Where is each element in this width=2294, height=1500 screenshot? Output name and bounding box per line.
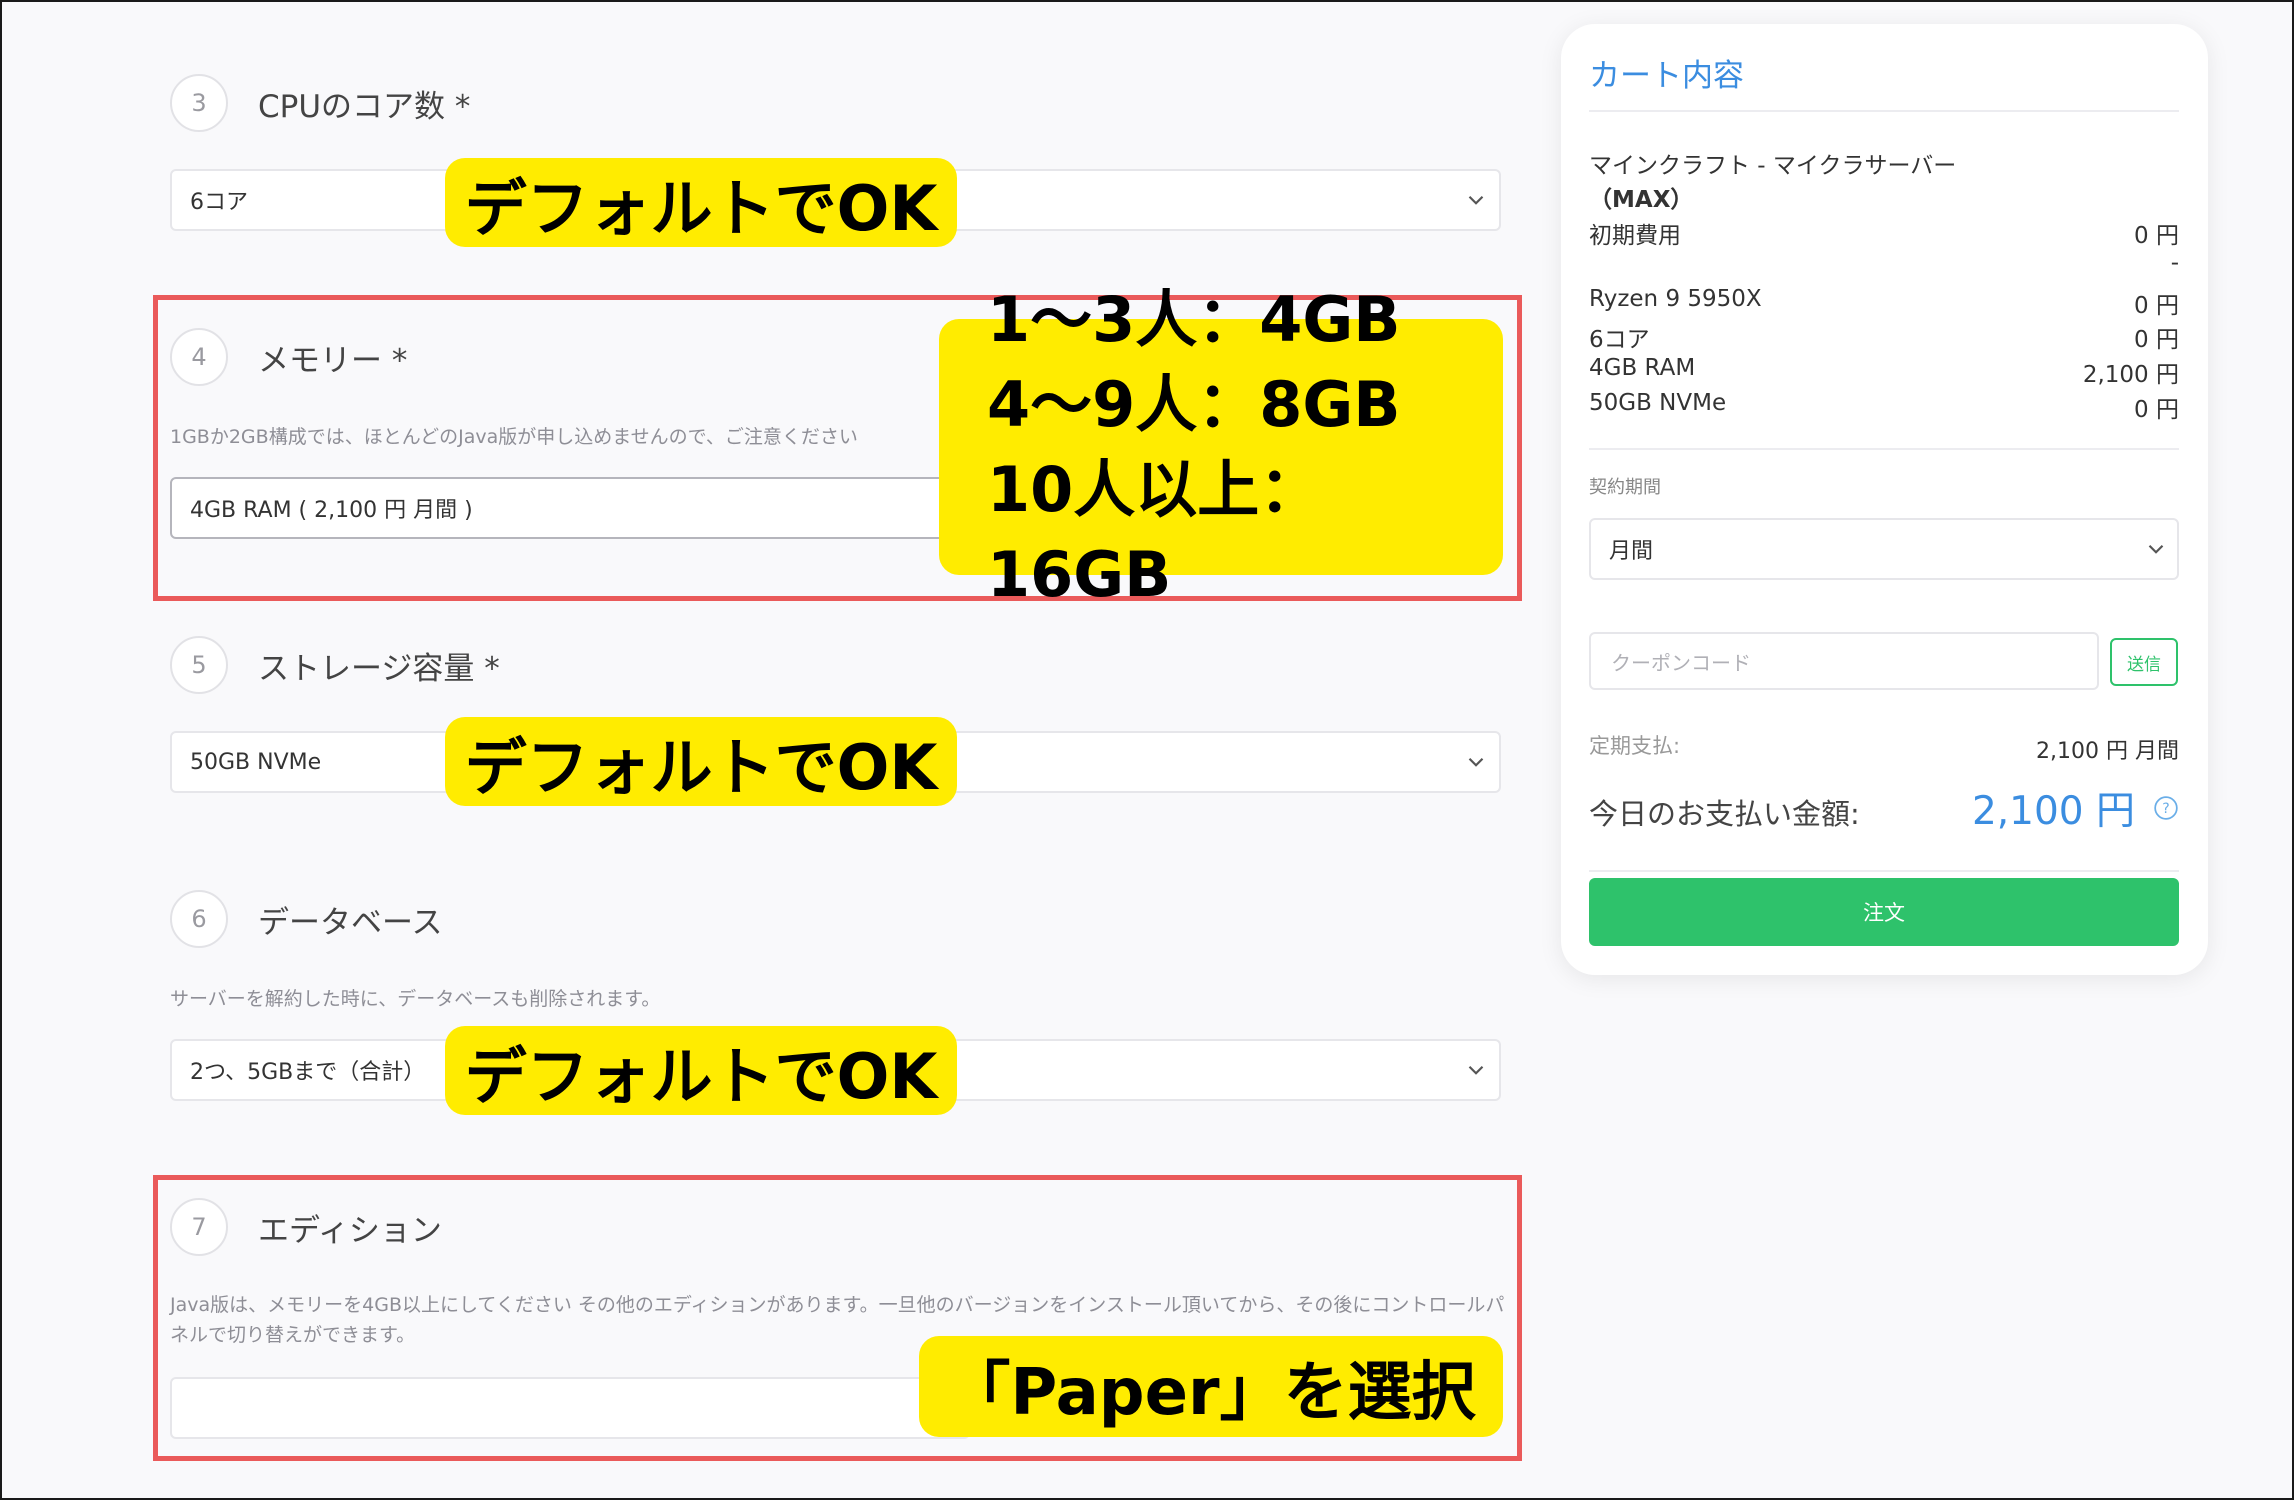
database-note: サーバーを解約した時に、データベースも削除されます。: [170, 988, 661, 1010]
callout-default-ok-storage: デフォルトでOK: [445, 717, 957, 806]
step-number: 3: [170, 74, 228, 132]
period-label: 契約期間: [1589, 477, 1661, 498]
cart-panel: カート内容 マインクラフト - マイクラサーバー （MAX） 初期費用 0 円 …: [1561, 24, 2208, 975]
select-value: 6コア: [190, 190, 248, 215]
callout-default-ok-database: デフォルトでOK: [445, 1026, 957, 1115]
step-number: 7: [170, 1198, 228, 1256]
step-title: メモリー *: [258, 342, 408, 379]
step-memory-header: 4 メモリー *: [170, 328, 407, 386]
memory-guide-line: 1〜3人：4GB: [987, 283, 1401, 356]
page-frame: 3 CPUのコア数 * 6コア 4 メモリー * 1GBか2GB構成では、ほとん…: [0, 0, 2294, 1500]
cart-item-name: 初期費用: [1589, 223, 1681, 249]
cart-item-value: -: [2170, 250, 2179, 276]
step-storage-header: 5 ストレージ容量 *: [170, 636, 500, 694]
step-number: 6: [170, 890, 228, 948]
coupon-send-button[interactable]: 送信: [2110, 638, 2178, 686]
cart-item-value: 2,100 円: [2082, 362, 2179, 388]
billing-period-select[interactable]: 月間: [1589, 518, 2179, 580]
select-value: 2つ、5GBまで（合計）: [190, 1060, 426, 1085]
callout-select-paper: 「Paper」を選択: [919, 1336, 1503, 1437]
recurring-label: 定期支払:: [1589, 734, 1681, 758]
step-title: CPUのコア数 *: [258, 88, 471, 125]
coupon-input[interactable]: クーポンコード: [1589, 632, 2099, 690]
edition-select[interactable]: [170, 1377, 970, 1439]
coupon-placeholder: クーポンコード: [1611, 650, 1751, 675]
chevron-down-icon: [1468, 757, 1484, 767]
memory-note: 1GBか2GB構成では、ほとんどのJava版が申し込めませんので、ご注意ください: [170, 426, 858, 448]
chevron-down-icon: [1468, 195, 1484, 205]
select-value: 月間: [1609, 539, 1654, 564]
svg-text:?: ?: [2162, 801, 2169, 817]
cart-title: カート内容: [1589, 58, 1744, 94]
step-title: エディション: [258, 1212, 442, 1249]
callout-memory-guide: 1〜3人：4GB 4〜9人：8GB 10人以上：16GB: [939, 283, 1503, 611]
cart-item-value: 0 円: [2134, 293, 2179, 319]
cart-item-name: Ryzen 9 5950X: [1589, 286, 1762, 312]
cart-item-value: 0 円: [2134, 397, 2179, 423]
question-icon[interactable]: ?: [2153, 795, 2179, 821]
callout-default-ok-cpu: デフォルトでOK: [445, 158, 957, 247]
step-number: 5: [170, 636, 228, 694]
select-value: 4GB RAM ( 2,100 円 月間 ): [190, 498, 473, 523]
step-cpu-header: 3 CPUのコア数 *: [170, 74, 470, 132]
today-label: 今日のお支払い金額:: [1589, 797, 1860, 831]
step-number: 4: [170, 328, 228, 386]
chevron-down-icon: [2148, 544, 2164, 554]
step-title: データベース: [258, 904, 443, 941]
cart-item-value: 0 円: [2134, 223, 2179, 249]
memory-guide-line: 10人以上：16GB: [987, 453, 1322, 611]
product-plan: （MAX）: [1589, 187, 1694, 213]
chevron-down-icon: [1468, 1065, 1484, 1075]
divider: [1589, 110, 2179, 112]
memory-guide-line: 4〜9人：8GB: [987, 368, 1401, 441]
step-title: ストレージ容量 *: [258, 650, 500, 687]
cart-item-value: 0 円: [2134, 327, 2179, 353]
step-database-header: 6 データベース: [170, 890, 442, 948]
order-button[interactable]: 注文: [1589, 878, 2179, 946]
product-name: マインクラフト - マイクラサーバー: [1589, 153, 1957, 179]
step-edition-header: 7 エディション: [170, 1198, 442, 1256]
recurring-value: 2,100 円 月間: [2036, 739, 2179, 764]
memory-select[interactable]: 4GB RAM ( 2,100 円 月間 ): [170, 477, 970, 539]
divider: [1589, 870, 2179, 872]
cart-item-name: 6コア: [1589, 327, 1650, 353]
today-amount: 2,100 円: [1971, 789, 2135, 834]
cart-item-name: 50GB NVMe: [1589, 390, 1727, 416]
cart-item-name: 4GB RAM: [1589, 355, 1696, 381]
select-value: 50GB NVMe: [190, 749, 322, 775]
divider: [1589, 448, 2179, 450]
